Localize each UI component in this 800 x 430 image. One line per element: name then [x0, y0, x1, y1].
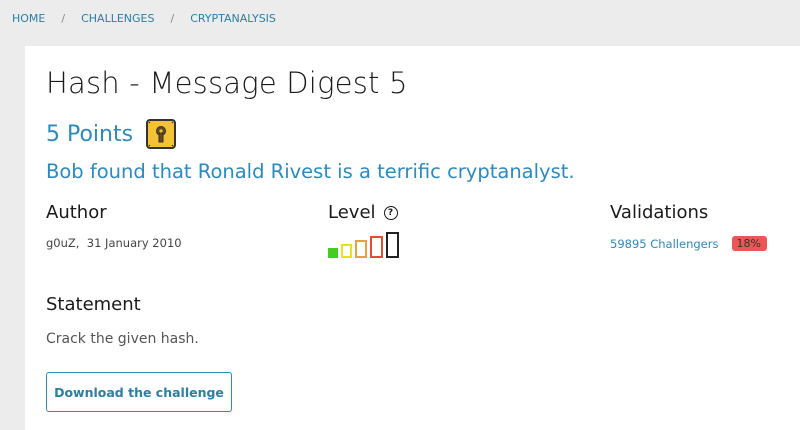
level-indicator — [328, 232, 402, 258]
breadcrumb-cryptanalysis[interactable]: CRYPTANALYSIS — [190, 12, 276, 25]
points-label: 5 Points — [46, 121, 134, 147]
validations-info: 59895 Challengers 18% — [610, 236, 767, 251]
statement-text: Crack the given hash. — [46, 331, 199, 347]
help-icon[interactable]: ? — [383, 205, 398, 220]
level-heading: Level ? — [328, 202, 398, 223]
statement-heading: Statement — [46, 294, 141, 315]
level-bar-4 — [370, 236, 383, 258]
breadcrumb-separator: / — [61, 12, 66, 25]
download-challenge-button[interactable]: Download the challenge — [46, 372, 232, 412]
points-row: 5 Points — [46, 118, 177, 150]
author-info: g0uZ, 31 January 2010 — [46, 236, 182, 250]
validations-heading: Validations — [610, 202, 709, 223]
level-bar-5 — [386, 232, 399, 258]
challenge-subtitle: Bob found that Ronald Rivest is a terrif… — [46, 160, 575, 183]
breadcrumb: HOME / CHALLENGES / CRYPTANALYSIS — [12, 12, 276, 25]
author-name[interactable]: g0uZ, — [46, 236, 79, 250]
author-date: 31 January 2010 — [86, 236, 182, 250]
padlock-icon — [146, 119, 177, 149]
page-title: Hash - Message Digest 5 — [46, 66, 408, 100]
breadcrumb-home[interactable]: HOME — [12, 12, 45, 25]
author-heading: Author — [46, 202, 107, 223]
breadcrumb-separator: / — [170, 12, 175, 25]
level-bar-3 — [355, 240, 367, 258]
level-bar-1 — [328, 248, 338, 258]
challenge-panel: Hash - Message Digest 5 5 Points Bob fou… — [25, 46, 800, 430]
level-heading-label: Level — [328, 202, 376, 223]
level-bar-2 — [341, 244, 352, 258]
validation-percent-badge: 18% — [732, 236, 767, 251]
breadcrumb-challenges[interactable]: CHALLENGES — [81, 12, 154, 25]
challengers-link[interactable]: 59895 Challengers — [610, 237, 718, 251]
